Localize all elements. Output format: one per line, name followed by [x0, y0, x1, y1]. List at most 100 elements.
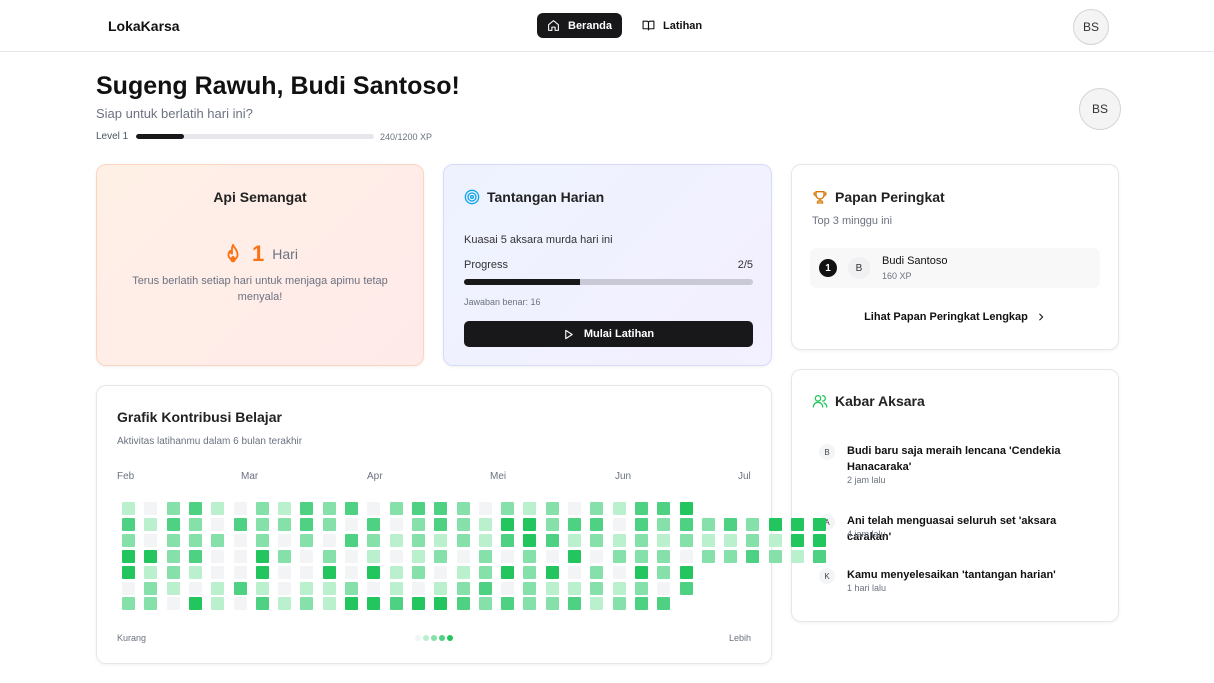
contribution-cell[interactable] — [322, 533, 336, 547]
contribution-cell[interactable] — [411, 581, 425, 595]
contribution-cell[interactable] — [300, 549, 314, 563]
contribution-cell[interactable] — [590, 581, 604, 595]
contribution-cell[interactable] — [612, 549, 626, 563]
leaderboard-entry[interactable]: 1 B Budi Santoso 160 XP — [810, 248, 1100, 288]
contribution-cell[interactable] — [478, 502, 492, 515]
contribution-cell[interactable] — [679, 533, 693, 547]
contribution-cell[interactable] — [545, 565, 559, 579]
contribution-cell[interactable] — [545, 581, 559, 595]
contribution-cell[interactable] — [389, 549, 403, 563]
contribution-cell[interactable] — [523, 517, 537, 531]
contribution-cell[interactable] — [300, 597, 314, 611]
contribution-cell[interactable] — [389, 502, 403, 515]
contribution-cell[interactable] — [456, 597, 470, 611]
contribution-cell[interactable] — [322, 517, 336, 531]
contribution-cell[interactable] — [322, 565, 336, 579]
contribution-cell[interactable] — [612, 581, 626, 595]
contribution-cell[interactable] — [233, 549, 247, 563]
contribution-cell[interactable] — [211, 565, 225, 579]
contribution-cell[interactable] — [211, 549, 225, 563]
contribution-cell[interactable] — [634, 533, 648, 547]
contribution-cell[interactable] — [523, 581, 537, 595]
contribution-cell[interactable] — [501, 517, 515, 531]
contribution-cell[interactable] — [634, 517, 648, 531]
contribution-cell[interactable] — [791, 533, 804, 547]
contribution-cell[interactable] — [166, 502, 180, 515]
contribution-cell[interactable] — [367, 533, 381, 547]
contribution-cell[interactable] — [746, 533, 760, 547]
contribution-cell[interactable] — [144, 597, 158, 611]
contribution-cell[interactable] — [545, 549, 559, 563]
contribution-cell[interactable] — [634, 549, 648, 563]
contribution-cell[interactable] — [367, 502, 381, 515]
contribution-cell[interactable] — [791, 549, 804, 563]
contribution-cell[interactable] — [166, 549, 180, 563]
contribution-cell[interactable] — [144, 549, 158, 563]
contribution-cell[interactable] — [724, 533, 738, 547]
contribution-cell[interactable] — [612, 517, 626, 531]
contribution-cell[interactable] — [367, 581, 381, 595]
user-avatar-button[interactable]: BS — [1073, 9, 1109, 45]
contribution-cell[interactable] — [255, 502, 269, 515]
contribution-cell[interactable] — [322, 597, 336, 611]
contribution-cell[interactable] — [456, 565, 470, 579]
contribution-cell[interactable] — [166, 597, 180, 611]
contribution-cell[interactable] — [456, 549, 470, 563]
contribution-cell[interactable] — [568, 565, 581, 579]
contribution-cell[interactable] — [278, 549, 292, 563]
contribution-cell[interactable] — [501, 581, 515, 595]
contribution-cell[interactable] — [144, 565, 158, 579]
contribution-cell[interactable] — [701, 517, 715, 531]
contribution-cell[interactable] — [211, 502, 225, 515]
contribution-cell[interactable] — [144, 533, 158, 547]
contribution-cell[interactable] — [233, 502, 247, 515]
contribution-cell[interactable] — [233, 581, 247, 595]
brand-logo[interactable]: LokaKarsa — [108, 18, 180, 34]
contribution-cell[interactable] — [411, 549, 425, 563]
contribution-cell[interactable] — [478, 597, 492, 611]
contribution-cell[interactable] — [188, 517, 202, 531]
contribution-cell[interactable] — [545, 502, 559, 515]
contribution-cell[interactable] — [568, 549, 581, 563]
contribution-cell[interactable] — [411, 533, 425, 547]
contribution-cell[interactable] — [568, 581, 581, 595]
contribution-cell[interactable] — [657, 502, 671, 515]
contribution-cell[interactable] — [255, 581, 269, 595]
contribution-cell[interactable] — [456, 533, 470, 547]
contribution-cell[interactable] — [389, 597, 403, 611]
contribution-cell[interactable] — [367, 565, 381, 579]
contribution-cell[interactable] — [278, 517, 292, 531]
contribution-cell[interactable] — [590, 533, 604, 547]
contribution-cell[interactable] — [434, 581, 448, 595]
contribution-cell[interactable] — [657, 565, 671, 579]
contribution-cell[interactable] — [122, 597, 135, 611]
contribution-cell[interactable] — [478, 533, 492, 547]
contribution-cell[interactable] — [590, 597, 604, 611]
contribution-cell[interactable] — [300, 533, 314, 547]
contribution-cell[interactable] — [657, 597, 671, 611]
contribution-cell[interactable] — [233, 565, 247, 579]
contribution-cell[interactable] — [122, 581, 135, 595]
contribution-cell[interactable] — [188, 502, 202, 515]
contribution-cell[interactable] — [188, 565, 202, 579]
contribution-cell[interactable] — [166, 533, 180, 547]
contribution-cell[interactable] — [501, 502, 515, 515]
contribution-cell[interactable] — [634, 597, 648, 611]
contribution-cell[interactable] — [322, 502, 336, 515]
contribution-cell[interactable] — [278, 597, 292, 611]
contribution-cell[interactable] — [278, 502, 292, 515]
view-full-leaderboard-link[interactable]: Lihat Papan Peringkat Lengkap — [792, 311, 1118, 323]
contribution-cell[interactable] — [122, 533, 135, 547]
contribution-cell[interactable] — [389, 517, 403, 531]
contribution-cell[interactable] — [612, 533, 626, 547]
contribution-cell[interactable] — [122, 565, 135, 579]
contribution-cell[interactable] — [679, 502, 693, 515]
contribution-cell[interactable] — [679, 517, 693, 531]
contribution-cell[interactable] — [679, 549, 693, 563]
contribution-cell[interactable] — [523, 502, 537, 515]
contribution-cell[interactable] — [255, 533, 269, 547]
contribution-cell[interactable] — [411, 597, 425, 611]
contribution-cell[interactable] — [345, 533, 358, 547]
contribution-cell[interactable] — [590, 549, 604, 563]
contribution-cell[interactable] — [813, 549, 827, 563]
